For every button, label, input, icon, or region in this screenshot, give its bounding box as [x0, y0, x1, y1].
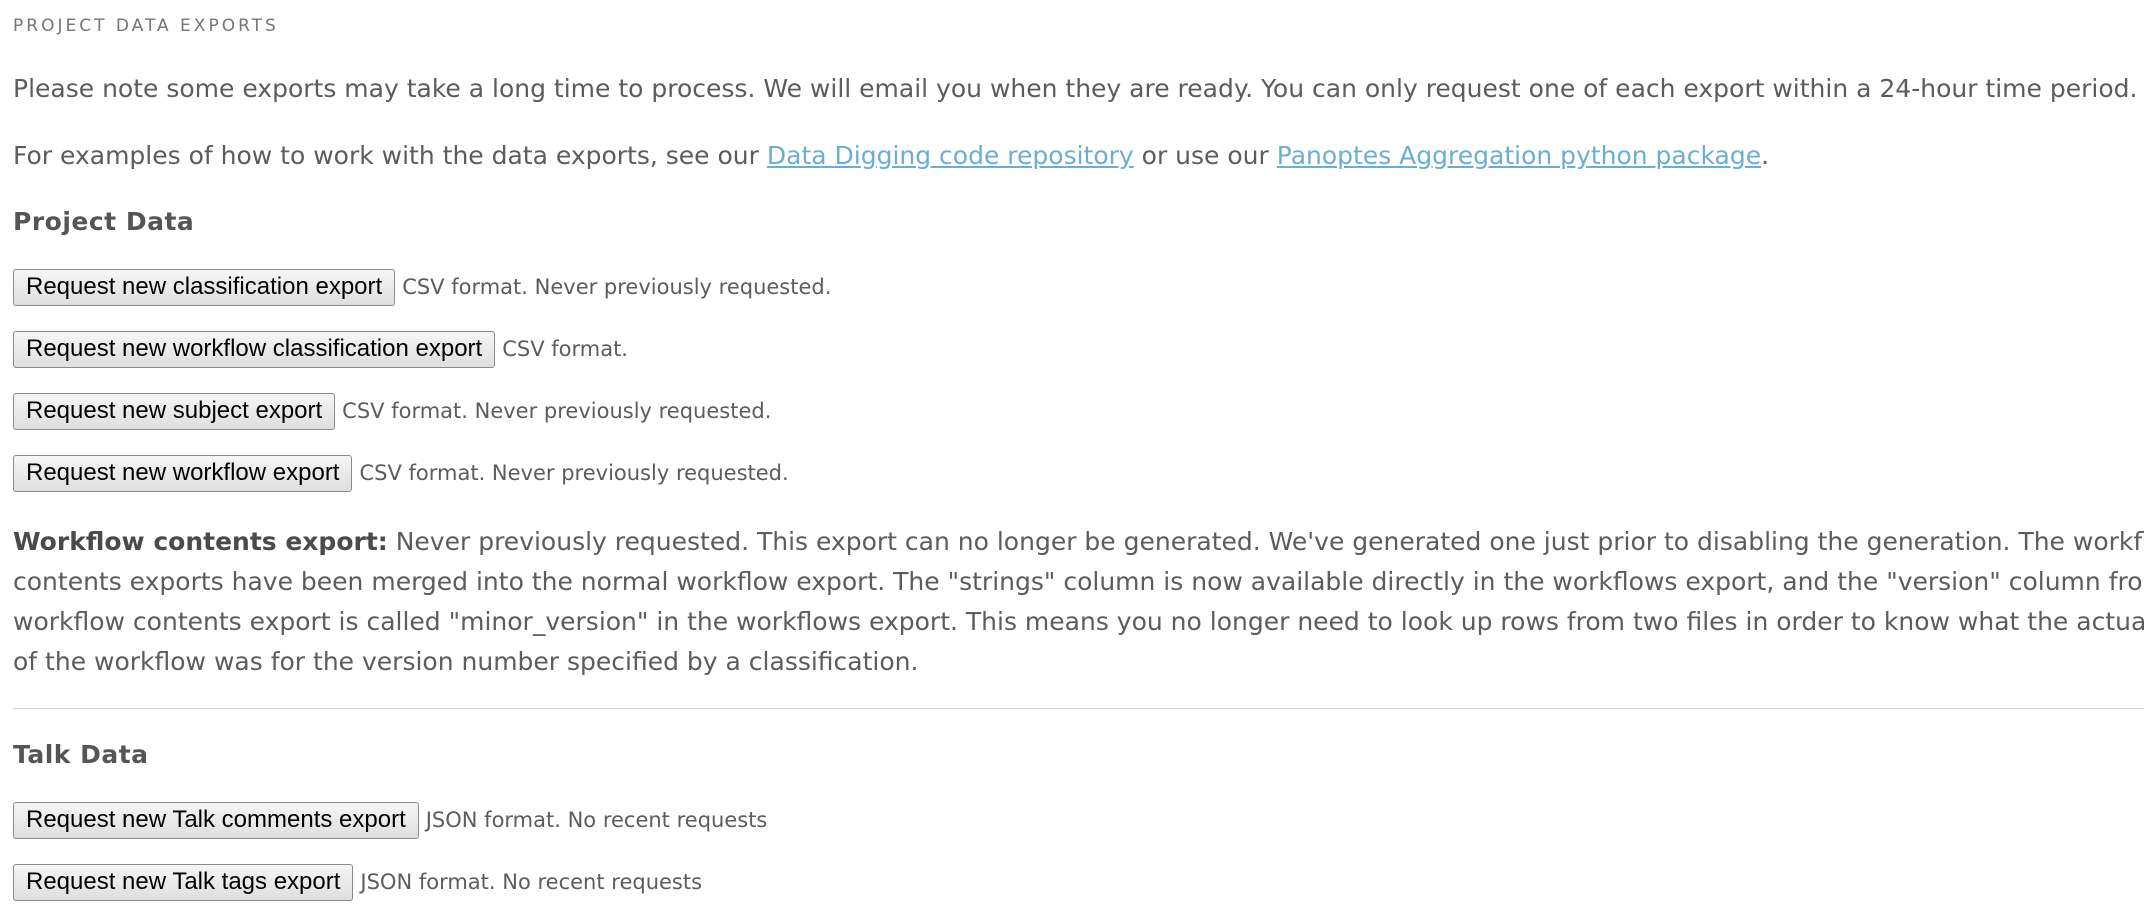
classification-export-row: Request new classification export CSV fo… [13, 268, 831, 306]
processing-note: Please note some exports may take a long… [13, 74, 2138, 103]
talk-comments-export-status: JSON format. No recent requests [425, 808, 768, 832]
workflow-export-row: Request new workflow export CSV format. … [13, 454, 789, 492]
workflow-contents-line-2: contents exports have been merged into t… [13, 567, 2144, 596]
request-subject-export-button[interactable]: Request new subject export [13, 392, 336, 430]
workflow-classification-export-status: CSV format. [502, 337, 628, 361]
talk-tags-export-row: Request new Talk tags export JSON format… [13, 863, 702, 901]
project-data-heading: Project Data [13, 207, 195, 236]
request-talk-tags-export-button[interactable]: Request new Talk tags export [13, 863, 354, 901]
request-workflow-classification-export-button[interactable]: Request new workflow classification expo… [13, 330, 496, 368]
talk-tags-export-status: JSON format. No recent requests [360, 870, 703, 894]
workflow-contents-line-3: workflow contents export is called "mino… [13, 607, 2144, 636]
request-workflow-export-button[interactable]: Request new workflow export [13, 454, 353, 492]
request-talk-comments-export-button[interactable]: Request new Talk comments export [13, 801, 419, 839]
talk-comments-export-row: Request new Talk comments export JSON fo… [13, 801, 767, 839]
examples-suffix: . [1761, 141, 1770, 170]
workflow-contents-text-1: Never previously requested. This export … [387, 527, 2144, 556]
workflow-contents-line-1: Workflow contents export: Never previous… [13, 522, 2144, 562]
subject-export-row: Request new subject export CSV format. N… [13, 392, 771, 430]
workflow-contents-line-4: of the workflow was for the version numb… [13, 647, 919, 676]
examples-middle: or use our [1133, 141, 1277, 170]
request-classification-export-button[interactable]: Request new classification export [13, 268, 396, 306]
examples-prefix: For examples of how to work with the dat… [13, 141, 767, 170]
examples-paragraph: For examples of how to work with the dat… [13, 136, 1769, 176]
panoptes-aggregation-link[interactable]: Panoptes Aggregation python package [1277, 141, 1761, 170]
workflow-export-status: CSV format. Never previously requested. [359, 461, 789, 485]
section-divider [13, 708, 2144, 709]
subject-export-status: CSV format. Never previously requested. [342, 399, 772, 423]
classification-export-status: CSV format. Never previously requested. [402, 275, 832, 299]
workflow-classification-export-row: Request new workflow classification expo… [13, 330, 628, 368]
data-digging-link[interactable]: Data Digging code repository [767, 141, 1134, 170]
talk-data-heading: Talk Data [13, 740, 149, 769]
page-title: PROJECT DATA EXPORTS [13, 16, 279, 36]
workflow-contents-label: Workflow contents export: [13, 527, 388, 556]
workflow-contents-export-note: Workflow contents export: Never previous… [13, 522, 2144, 682]
